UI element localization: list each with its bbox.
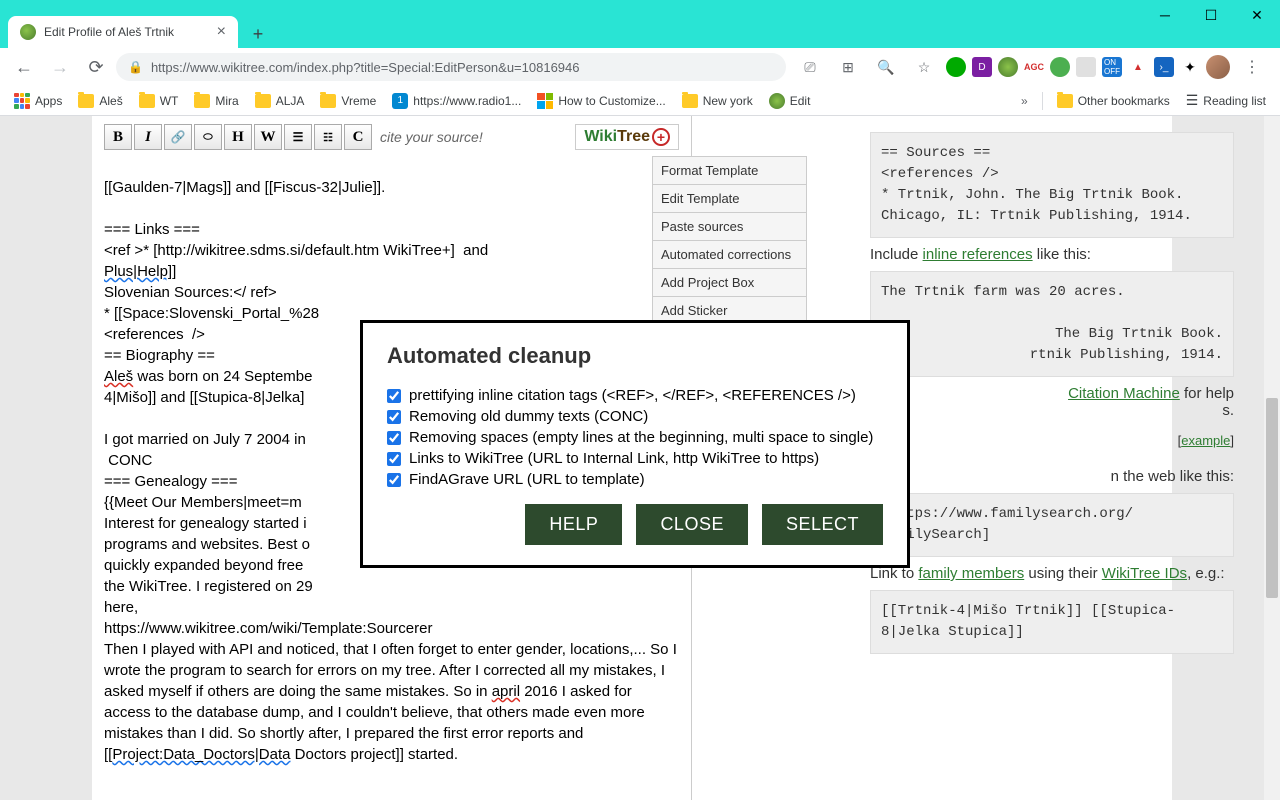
modal-option-findagrave[interactable]: FindAGrave URL (URL to template) <box>387 471 883 488</box>
link-button[interactable]: 🔗 <box>164 124 192 150</box>
browser-tab[interactable]: Edit Profile of Aleš Trtnik × <box>8 16 238 48</box>
citation-machine-link[interactable]: Citation Machine <box>1068 385 1180 402</box>
automated-cleanup-modal: Automated cleanup prettifying inline cit… <box>360 320 910 568</box>
close-button[interactable]: ✕ <box>1234 0 1280 30</box>
profile-avatar[interactable] <box>1206 55 1230 79</box>
code-family-link: [[Trtnik-4|Mišo Trtnik]] [[Stupica-8|Jel… <box>870 590 1234 654</box>
maximize-button[interactable]: ☐ <box>1188 0 1234 30</box>
link2-button[interactable]: ⬭ <box>194 124 222 150</box>
new-tab-button[interactable]: + <box>244 20 272 48</box>
help-button[interactable]: HELP <box>525 504 622 545</box>
lock-icon: 🔒 <box>128 60 143 74</box>
minimize-button[interactable]: ─ <box>1142 0 1188 30</box>
menu-automated-corrections[interactable]: Automated corrections <box>653 241 806 269</box>
ext-icon[interactable]: AGC <box>1024 57 1044 77</box>
menu-add-project-box[interactable]: Add Project Box <box>653 269 806 297</box>
ext-icon[interactable]: ONOFF <box>1102 57 1122 77</box>
family-members-link[interactable]: family members <box>918 565 1024 582</box>
example-link[interactable]: example <box>1181 433 1230 448</box>
bookmark-link[interactable]: How to Customize... <box>531 89 671 113</box>
bookmark-folder[interactable]: Vreme <box>314 90 382 112</box>
wikitree-ids-link[interactable]: WikiTree IDs <box>1102 565 1187 582</box>
apps-button[interactable]: Apps <box>8 89 68 113</box>
url-text: https://www.wikitree.com/index.php?title… <box>151 60 580 75</box>
wiki-button[interactable]: W <box>254 124 282 150</box>
italic-button[interactable]: I <box>134 124 162 150</box>
ext-icon[interactable] <box>998 57 1018 77</box>
forward-button: → <box>44 51 76 83</box>
modal-option-spaces[interactable]: Removing spaces (empty lines at the begi… <box>387 429 883 446</box>
zoom-icon[interactable]: 🔍 <box>870 51 902 83</box>
cite-button[interactable]: C <box>344 124 372 150</box>
bold-button[interactable]: B <box>104 124 132 150</box>
star-icon[interactable]: ☆ <box>908 51 940 83</box>
inline-references-link[interactable]: inline references <box>923 246 1033 263</box>
bookmark-folder[interactable]: Mira <box>188 90 244 112</box>
bookmark-folder[interactable]: Aleš <box>72 90 128 112</box>
close-button[interactable]: CLOSE <box>636 504 748 545</box>
wikitree-plus-button[interactable]: WikiTree+ <box>575 124 679 150</box>
bookmarks-overflow[interactable]: » <box>1015 94 1034 108</box>
cite-source-label: cite your source! <box>380 129 483 145</box>
ext-icon[interactable]: ▲ <box>1128 57 1148 77</box>
back-button[interactable]: ← <box>8 51 40 83</box>
help-pane: == Sources == <references /> * Trtnik, J… <box>852 116 1252 670</box>
bookmark-link[interactable]: Edit <box>763 89 817 113</box>
bookmark-folder[interactable]: New york <box>676 90 759 112</box>
menu-button[interactable]: ⋮ <box>1236 51 1268 83</box>
categories-button[interactable]: ☷ <box>314 124 342 150</box>
extensions-icon[interactable]: ✦ <box>1180 57 1200 77</box>
tab-title: Edit Profile of Aleš Trtnik <box>44 25 174 39</box>
bookmark-folder[interactable]: WT <box>133 90 185 112</box>
modal-title: Automated cleanup <box>387 343 883 369</box>
ext-icon[interactable] <box>1050 57 1070 77</box>
tab-close-icon[interactable]: × <box>217 23 226 41</box>
reload-button[interactable]: ⟳ <box>80 51 112 83</box>
address-bar[interactable]: 🔒 https://www.wikitree.com/index.php?tit… <box>116 53 786 81</box>
cast-icon[interactable]: ⎚ <box>794 51 826 83</box>
menu-edit-template[interactable]: Edit Template <box>653 185 806 213</box>
menu-format-template[interactable]: Format Template <box>653 157 806 185</box>
qr-icon[interactable]: ⊞ <box>832 51 864 83</box>
ext-icon[interactable]: D <box>972 57 992 77</box>
code-inline-ref: The Trtnik farm was 20 acres.The Big Trt… <box>870 271 1234 377</box>
favicon-icon <box>20 24 36 40</box>
modal-option-dummy[interactable]: Removing old dummy texts (CONC) <box>387 408 883 425</box>
ext-icon[interactable] <box>1076 57 1096 77</box>
bookmark-folder[interactable]: ALJA <box>249 90 311 112</box>
ext-icon[interactable] <box>946 57 966 77</box>
wikitree-plus-menu: Format Template Edit Template Paste sour… <box>652 156 807 326</box>
code-sources: == Sources == <references /> * Trtnik, J… <box>870 132 1234 238</box>
reading-list[interactable]: ☰Reading list <box>1180 88 1272 113</box>
list-button[interactable]: ☰ <box>284 124 312 150</box>
modal-option-links[interactable]: Links to WikiTree (URL to Internal Link,… <box>387 450 883 467</box>
bookmark-link[interactable]: 1https://www.radio1... <box>386 89 527 113</box>
select-button[interactable]: SELECT <box>762 504 883 545</box>
other-bookmarks[interactable]: Other bookmarks <box>1051 90 1176 112</box>
heading-button[interactable]: H <box>224 124 252 150</box>
code-weblink: [https://www.familysearch.org/ FamilySea… <box>870 493 1234 557</box>
ext-icon[interactable]: ›_ <box>1154 57 1174 77</box>
scrollbar[interactable] <box>1264 116 1280 800</box>
modal-option-prettify[interactable]: prettifying inline citation tags (<REF>,… <box>387 387 883 404</box>
menu-paste-sources[interactable]: Paste sources <box>653 213 806 241</box>
